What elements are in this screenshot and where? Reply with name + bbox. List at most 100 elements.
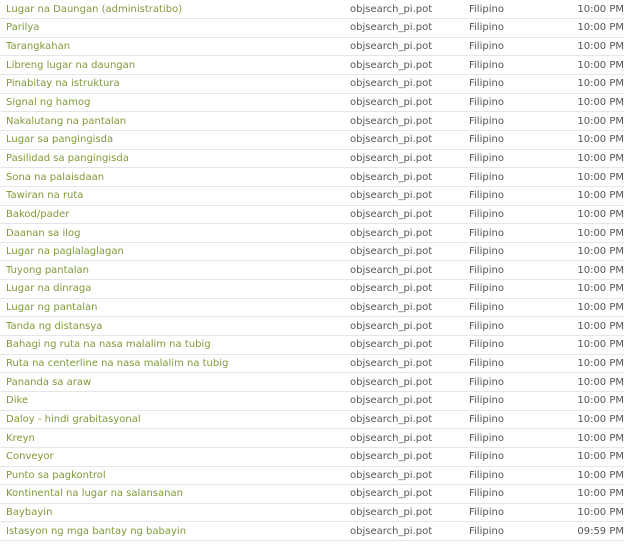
string-link[interactable]: Daloy - hindi grabitasyonal (6, 414, 141, 425)
string-link[interactable]: Punto sa pagkontrol (6, 470, 106, 481)
string-link[interactable]: Tuyong pantalan (6, 265, 89, 276)
string-link[interactable]: Tawiran na ruta (6, 190, 83, 201)
table-row: Conveyor objsearch_pi.pot Filipino 10:00 PM (0, 447, 624, 467)
language-label: Filipino (469, 134, 504, 146)
language-cell: Filipino (467, 186, 554, 205)
table-row: Bahagi ng ruta na nasa malalim na tubig o… (0, 336, 624, 355)
string-cell: Tawiran na ruta (0, 186, 343, 205)
string-link[interactable]: Dike (6, 395, 28, 406)
string-link[interactable]: Lugar na Daungan (administratibo) (6, 4, 182, 15)
language-label: Filipino (469, 302, 504, 314)
string-cell: Baybayin (0, 503, 343, 522)
file-name: objsearch_pi.pot (350, 264, 433, 276)
time-cell: 10:00 PM (554, 447, 624, 466)
string-link[interactable]: Lugar na dinraga (6, 283, 91, 294)
string-link[interactable]: Pananda sa araw (6, 377, 91, 388)
string-link[interactable]: Kontinental na lugar na salansanan (6, 488, 183, 499)
string-link[interactable]: Tarangkahan (6, 41, 70, 52)
time-cell: 10:00 PM (554, 19, 624, 38)
string-link[interactable]: Kreyn (6, 433, 35, 444)
time-cell: 09:59 PM (554, 522, 624, 541)
file-name: objsearch_pi.pot (350, 227, 433, 239)
string-link[interactable]: Conveyor (6, 451, 54, 462)
language-cell: Filipino (467, 298, 554, 317)
language-cell: Filipino (467, 242, 554, 261)
timestamp: 10:00 PM (577, 22, 624, 34)
string-link[interactable]: Istasyon ng mga bantay ng babayin (6, 526, 186, 537)
string-link[interactable]: Baybayin (6, 507, 52, 518)
time-cell: 10:00 PM (554, 130, 624, 149)
language-cell: Filipino (467, 75, 554, 94)
file-cell: objsearch_pi.pot (343, 149, 467, 168)
time-cell: 10:00 PM (554, 149, 624, 168)
string-link[interactable]: Parilya (6, 22, 39, 33)
language-label: Filipino (469, 339, 504, 351)
timestamp: 10:00 PM (577, 413, 624, 425)
string-link[interactable]: Lugar na paglalaglagan (6, 246, 124, 257)
language-label: Filipino (469, 283, 504, 295)
time-cell: 10:00 PM (554, 466, 624, 485)
timestamp: 10:00 PM (577, 3, 624, 15)
time-cell: 10:00 PM (554, 75, 624, 94)
time-cell: 10:00 PM (554, 56, 624, 75)
string-link[interactable]: Daanan sa ilog (6, 228, 80, 239)
file-cell: objsearch_pi.pot (343, 354, 467, 373)
timestamp: 10:00 PM (577, 283, 624, 295)
table-row: Lugar na paglalaglagan objsearch_pi.pot Fi… (0, 242, 624, 261)
file-name: objsearch_pi.pot (350, 208, 433, 220)
table-row: Tarangkahan objsearch_pi.pot Filipino 10:00… (0, 37, 624, 56)
string-cell: Tarangkahan (0, 37, 343, 56)
time-cell: 10:00 PM (554, 429, 624, 448)
string-link[interactable]: Lugar sa pangingisda (6, 134, 113, 145)
file-name: objsearch_pi.pot (350, 152, 433, 164)
string-link[interactable]: Bakod/pader (6, 209, 69, 220)
language-label: Filipino (469, 320, 504, 332)
string-link[interactable]: Lugar ng pantalan (6, 302, 97, 313)
string-cell: Daloy - hindi grabitasyonal (0, 410, 343, 429)
file-name: objsearch_pi.pot (350, 507, 433, 519)
string-cell: Parilya (0, 19, 343, 38)
file-cell: objsearch_pi.pot (343, 522, 467, 541)
string-link[interactable]: Nakalutang na pantalan (6, 116, 126, 127)
timestamp: 10:00 PM (577, 376, 624, 388)
timestamp: 10:00 PM (577, 171, 624, 183)
language-label: Filipino (469, 171, 504, 183)
timestamp: 10:00 PM (577, 488, 624, 500)
time-cell: 10:00 PM (554, 242, 624, 261)
file-name: objsearch_pi.pot (350, 376, 433, 388)
language-cell: Filipino (467, 503, 554, 522)
language-label: Filipino (469, 208, 504, 220)
time-cell: 10:00 PM (554, 410, 624, 429)
file-name: objsearch_pi.pot (350, 190, 433, 202)
time-cell: 10:00 PM (554, 503, 624, 522)
file-cell: objsearch_pi.pot (343, 429, 467, 448)
table-row: Baybayin objsearch_pi.pot Filipino 10:00 PM (0, 503, 624, 522)
language-label: Filipino (469, 413, 504, 425)
string-link[interactable]: Signal ng hamog (6, 97, 90, 108)
language-cell: Filipino (467, 317, 554, 336)
string-cell: Tuyong pantalan (0, 261, 343, 280)
language-label: Filipino (469, 190, 504, 202)
file-cell: objsearch_pi.pot (343, 186, 467, 205)
timestamp: 10:00 PM (577, 264, 624, 276)
time-cell: 10:00 PM (554, 186, 624, 205)
string-link[interactable]: Tanda ng distansya (6, 321, 102, 332)
string-link[interactable]: Sona na palaisdaan (6, 172, 104, 183)
timestamp: 10:00 PM (577, 432, 624, 444)
table-row: Pananda sa araw objsearch_pi.pot Filipino 1… (0, 373, 624, 392)
file-name: objsearch_pi.pot (350, 413, 433, 425)
string-link[interactable]: Libreng lugar na daungan (6, 60, 135, 71)
table-row: Dike objsearch_pi.pot Filipino 10:00 PM (0, 391, 624, 411)
timestamp: 10:00 PM (577, 78, 624, 90)
language-label: Filipino (469, 152, 504, 164)
string-cell: Sona na palaisdaan (0, 168, 343, 187)
string-cell: Lugar sa pangingisda (0, 130, 343, 149)
table-row: Lugar na dinraga objsearch_pi.pot Filipino… (0, 280, 624, 299)
string-link[interactable]: Ruta na centerline na nasa malalim na tu… (6, 358, 228, 369)
string-link[interactable]: Bahagi ng ruta na nasa malalim na tubig (6, 339, 211, 350)
string-link[interactable]: Pasilidad sa pangingisda (6, 153, 129, 164)
language-cell: Filipino (467, 447, 554, 466)
string-link[interactable]: Pinabitay na istruktura (6, 78, 120, 89)
language-cell: Filipino (467, 522, 554, 541)
time-cell: 10:00 PM (554, 280, 624, 299)
